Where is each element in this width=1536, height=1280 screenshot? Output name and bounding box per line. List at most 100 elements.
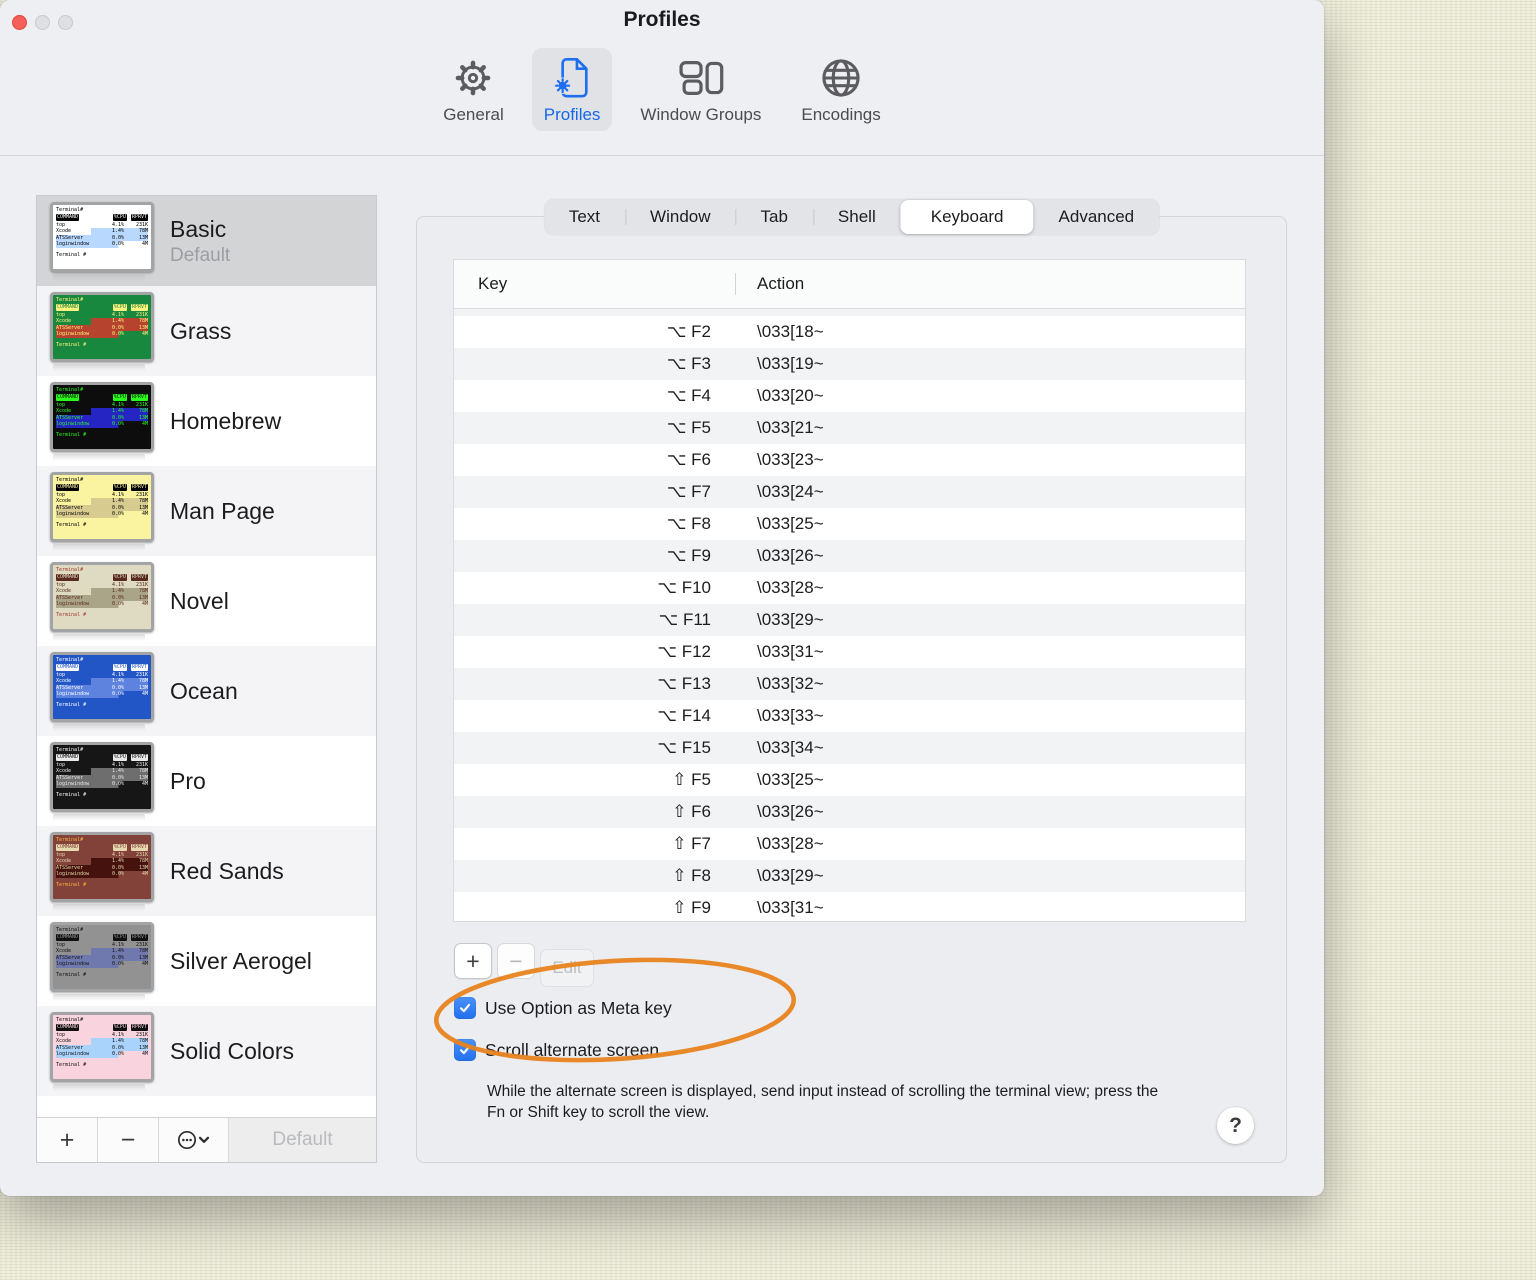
globe-icon [819,54,863,102]
shortcut-action: \033[31~ [757,642,824,661]
profile-settings-panel: Text Window Tab Shell Keyboard Advanced Key A… [416,199,1287,1163]
action-menu-button[interactable] [159,1118,229,1162]
shortcut-key: ⇧ F6 [672,802,711,821]
shortcut-row[interactable]: ⌥ F15 \033[34~ [454,732,1245,764]
tab-shell[interactable]: Shell [812,199,901,235]
partial-row [454,309,1245,316]
shortcut-row[interactable]: ⌥ F9 \033[26~ [454,540,1245,572]
profile-row-ocean[interactable]: Terminal# COMMAND %CPU RPRVT top 4.1% 231K Xcod… [37,646,376,736]
table-header: Key Action [454,260,1245,309]
shortcut-row[interactable]: ⇧ F9 \033[31~ [454,892,1245,921]
shortcut-row[interactable]: ⇧ F5 \033[25~ [454,764,1245,796]
profile-row-novel[interactable]: Terminal# COMMAND %CPU RPRVT top 4.1% 231K Xcod… [37,556,376,646]
option-use-option-as-meta[interactable]: Use Option as Meta key [454,997,672,1019]
shortcut-action: \033[26~ [757,546,824,565]
edit-shortcut-button[interactable]: Edit [540,949,594,987]
shortcut-row[interactable]: ⇧ F7 \033[28~ [454,828,1245,860]
shortcut-row[interactable]: ⌥ F4 \033[20~ [454,380,1245,412]
shortcut-key: ⌥ F14 [657,706,711,725]
profile-thumbnail: Terminal# COMMAND %CPU RPRVT top 4.1% 231K Xcod… [50,741,154,821]
profile-name: Basic [170,215,227,242]
profile-row-man-page[interactable]: Terminal# COMMAND %CPU RPRVT top 4.1% 231K Xcod… [37,466,376,556]
toolbar-item-general[interactable]: General [431,48,515,131]
settings-tabbar: Text Window Tab Shell Keyboard Advanced [543,199,1160,235]
column-header-action[interactable]: Action [735,274,1245,294]
profile-row-homebrew[interactable]: Terminal# COMMAND %CPU RPRVT top 4.1% 231K Xcod… [37,376,376,466]
shortcut-row[interactable]: ⌥ F10 \033[28~ [454,572,1245,604]
shortcut-action: \033[18~ [757,322,824,341]
shortcut-action: \033[34~ [757,738,824,757]
shortcut-row[interactable]: ⌥ F7 \033[24~ [454,476,1245,508]
profile-name: Homebrew [170,407,282,434]
toolbar-item-encodings[interactable]: Encodings [789,48,892,131]
shortcut-key: ⇧ F7 [672,834,711,853]
option-scroll-alternate-screen[interactable]: Scroll alternate screen [454,1039,659,1061]
profile-row-pro[interactable]: Terminal# COMMAND %CPU RPRVT top 4.1% 231K Xcod… [37,736,376,826]
add-shortcut-button[interactable]: + [454,943,492,979]
profile-name: Solid Colors [170,1037,294,1064]
shortcut-key: ⌥ F6 [666,450,711,469]
profile-thumbnail: Terminal# COMMAND %CPU RPRVT top 4.1% 231K Xcod… [50,381,154,461]
shortcut-action: \033[21~ [757,418,824,437]
preferences-toolbar: General Profiles Window Groups Encodings [0,48,1324,131]
shortcut-action: \033[24~ [757,482,824,501]
column-header-key[interactable]: Key [454,274,735,294]
shortcut-action: \033[26~ [757,802,824,821]
shortcut-row[interactable]: ⌥ F12 \033[31~ [454,636,1245,668]
shortcut-action: \033[28~ [757,578,824,597]
shortcut-row[interactable]: ⌥ F3 \033[19~ [454,348,1245,380]
shortcut-row[interactable]: ⌥ F13 \033[32~ [454,668,1245,700]
shortcut-row[interactable]: ⌥ F8 \033[25~ [454,508,1245,540]
shortcut-key: ⌥ F8 [666,514,711,533]
profile-thumbnail: Terminal# COMMAND %CPU RPRVT top 4.1% 231K Xcod… [50,921,154,1001]
toolbar-item-label: Profiles [543,105,601,124]
profile-row-grass[interactable]: Terminal# COMMAND %CPU RPRVT top 4.1% 231K Xcod… [37,286,376,376]
profile-row-basic[interactable]: Terminal# COMMAND %CPU RPRVT top 4.1% 231K Xcod… [37,196,376,286]
table-body: ⌥ F2 \033[18~ ⌥ F3 \033[19~ ⌥ F4 \033[20~ ⌥ F5… [454,316,1245,921]
tab-tab[interactable]: Tab [735,199,813,235]
shortcut-key: ⌥ F12 [657,642,711,661]
sidebar-footer: + − Default [37,1117,376,1162]
shortcut-key: ⌥ F15 [657,738,711,757]
alternate-screen-help-text: While the alternate screen is displayed,… [487,1083,1159,1121]
shortcut-action: \033[25~ [757,770,824,789]
profile-thumbnail: Terminal# COMMAND %CPU RPRVT top 4.1% 231K Xcod… [50,561,154,641]
tab-advanced[interactable]: Advanced [1034,199,1160,235]
shortcut-row[interactable]: ⇧ F6 \033[26~ [454,796,1245,828]
toolbar-item-profiles[interactable]: Profiles [531,48,613,131]
checkbox-checked-icon[interactable] [454,997,476,1019]
shortcut-action: \033[33~ [757,706,824,725]
remove-profile-button[interactable]: − [98,1118,159,1162]
shortcut-row[interactable]: ⌥ F14 \033[33~ [454,700,1245,732]
shortcut-row[interactable]: ⌥ F6 \033[23~ [454,444,1245,476]
shortcut-row[interactable]: ⇧ F8 \033[29~ [454,860,1245,892]
remove-shortcut-button[interactable]: − [497,943,535,979]
shortcut-key: ⌥ F2 [666,322,711,341]
shortcut-row[interactable]: ⌥ F5 \033[21~ [454,412,1245,444]
profile-row-solid-colors[interactable]: Terminal# COMMAND %CPU RPRVT top 4.1% 231K Xcod… [37,1006,376,1096]
window-title: Profiles [623,8,701,31]
toolbar-item-window-groups[interactable]: Window Groups [628,48,773,131]
profile-subtitle: Default [170,244,231,266]
help-button[interactable]: ? [1217,1107,1254,1144]
shortcut-row[interactable]: ⌥ F11 \033[29~ [454,604,1245,636]
profile-name: Red Sands [170,857,284,884]
shortcut-action: \033[29~ [757,610,824,629]
profile-thumbnail: Terminal# COMMAND %CPU RPRVT top 4.1% 231K Xcod… [50,471,154,551]
profile-row-silver-aerogel[interactable]: Terminal# COMMAND %CPU RPRVT top 4.1% 231K Xcod… [37,916,376,1006]
profile-thumbnail: Terminal# COMMAND %CPU RPRVT top 4.1% 231K Xcod… [50,651,154,731]
shortcut-key: ⌥ F9 [666,546,711,565]
shortcut-action: \033[31~ [757,898,824,917]
shortcut-row[interactable]: ⌥ F2 \033[18~ [454,316,1245,348]
add-profile-button[interactable]: + [37,1118,98,1162]
checkbox-checked-icon[interactable] [454,1039,476,1061]
tab-text[interactable]: Text [544,199,625,235]
preferences-window: Profiles General Profiles Window Groups … [0,0,1324,1196]
profile-name: Ocean [170,677,238,704]
set-default-button[interactable]: Default [229,1118,376,1162]
profile-sidebar: Terminal# COMMAND %CPU RPRVT top 4.1% 231K Xcod… [36,195,377,1163]
tab-keyboard[interactable]: Keyboard [900,200,1034,234]
profile-row-red-sands[interactable]: Terminal# COMMAND %CPU RPRVT top 4.1% 231K Xcod… [37,826,376,916]
shortcut-key: ⇧ F5 [672,770,711,789]
tab-window[interactable]: Window [625,199,735,235]
